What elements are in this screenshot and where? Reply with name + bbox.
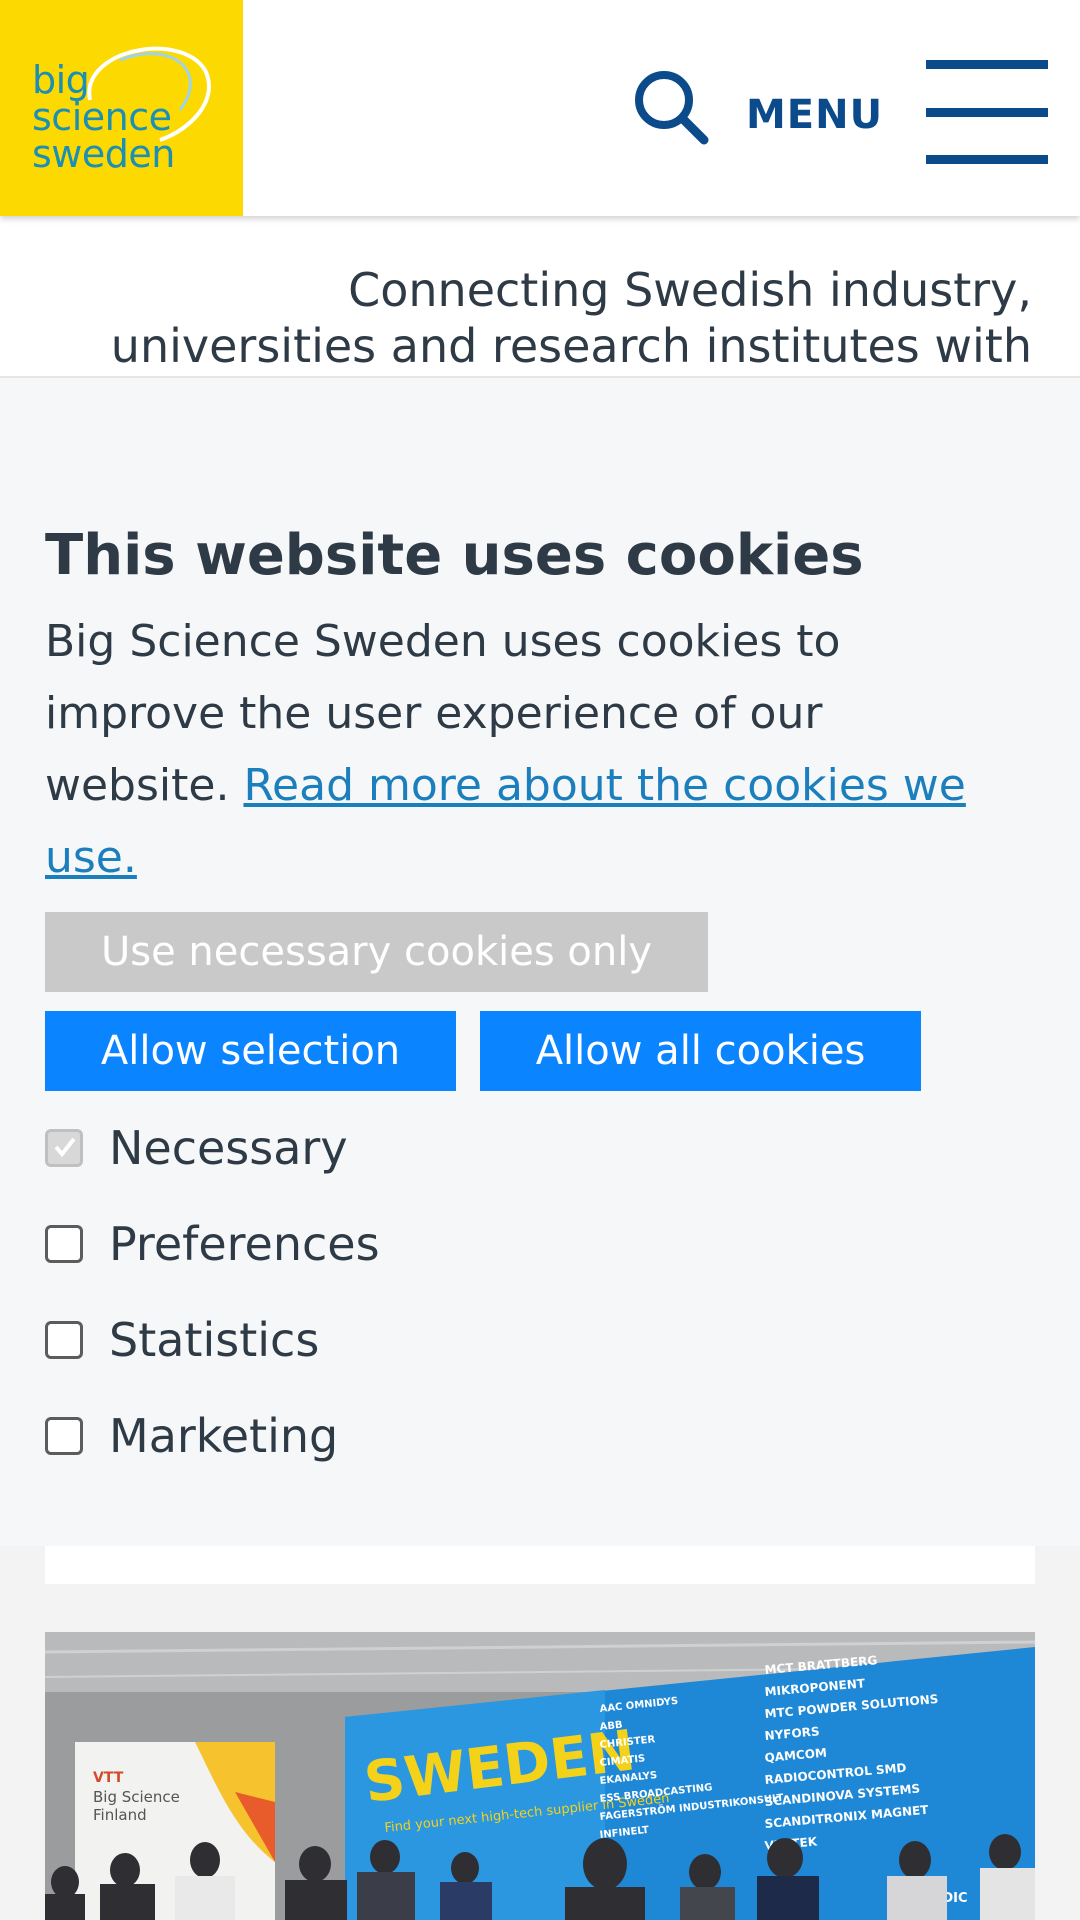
marketing-checkbox[interactable] — [45, 1417, 83, 1455]
marketing-label[interactable]: Marketing — [109, 1409, 338, 1463]
statistics-label[interactable]: Statistics — [109, 1313, 319, 1367]
hamburger-bar — [926, 155, 1048, 164]
logo-wordmark: big science sweden — [32, 58, 175, 176]
checkmark-icon — [54, 1137, 76, 1158]
site-tagline: Connecting Swedish industry, universitie… — [32, 262, 1032, 374]
side-tag-text: VTT — [93, 1770, 124, 1786]
side-sign-line2: Finland — [93, 1806, 147, 1824]
necessary-label: Necessary — [109, 1121, 348, 1175]
hamburger-icon[interactable] — [926, 60, 1048, 164]
tagline-line: Connecting Swedish industry, — [348, 263, 1032, 317]
logo-line-science: science — [32, 95, 172, 139]
logo-line-big: big — [32, 58, 90, 102]
statistics-checkbox[interactable] — [45, 1321, 83, 1359]
cookie-option-marketing[interactable]: Marketing — [45, 1406, 338, 1466]
cookie-consent-panel: This website uses cookies Big Science Sw… — [0, 376, 1080, 1546]
cookie-option-necessary: Necessary — [45, 1118, 348, 1178]
preferences-checkbox[interactable] — [45, 1225, 83, 1263]
logo-line-sweden: sweden — [32, 132, 175, 176]
hamburger-bar — [926, 60, 1048, 69]
menu-button-label[interactable]: MENU — [746, 92, 883, 138]
hamburger-bar — [926, 108, 1048, 117]
site-header: big science sweden MENU — [0, 0, 1080, 216]
necessary-checkbox — [45, 1129, 83, 1167]
search-icon[interactable] — [632, 68, 710, 146]
tagline-line: universities and research institutes wit… — [110, 319, 1032, 373]
side-sign-line1: Big Science — [93, 1788, 180, 1806]
big-science-sweden-logo[interactable]: big science sweden — [0, 0, 243, 216]
necessary-cookies-only-button[interactable]: Use necessary cookies only — [45, 912, 708, 992]
preferences-label[interactable]: Preferences — [109, 1217, 380, 1271]
allow-selection-button[interactable]: Allow selection — [45, 1011, 456, 1091]
booth-photo-illustration: VTT Big Science Finland SWEDEN Find your… — [45, 1632, 1035, 1920]
content-card — [45, 1546, 1035, 1584]
cookie-option-preferences[interactable]: Preferences — [45, 1214, 380, 1274]
cookie-option-statistics[interactable]: Statistics — [45, 1310, 319, 1370]
exhibition-booth-photo: VTT Big Science Finland SWEDEN Find your… — [45, 1632, 1035, 1920]
allow-all-cookies-button[interactable]: Allow all cookies — [480, 1011, 921, 1091]
cookie-title: This website uses cookies — [45, 523, 864, 588]
cookie-description: Big Science Sweden uses cookies to impro… — [45, 606, 1005, 894]
